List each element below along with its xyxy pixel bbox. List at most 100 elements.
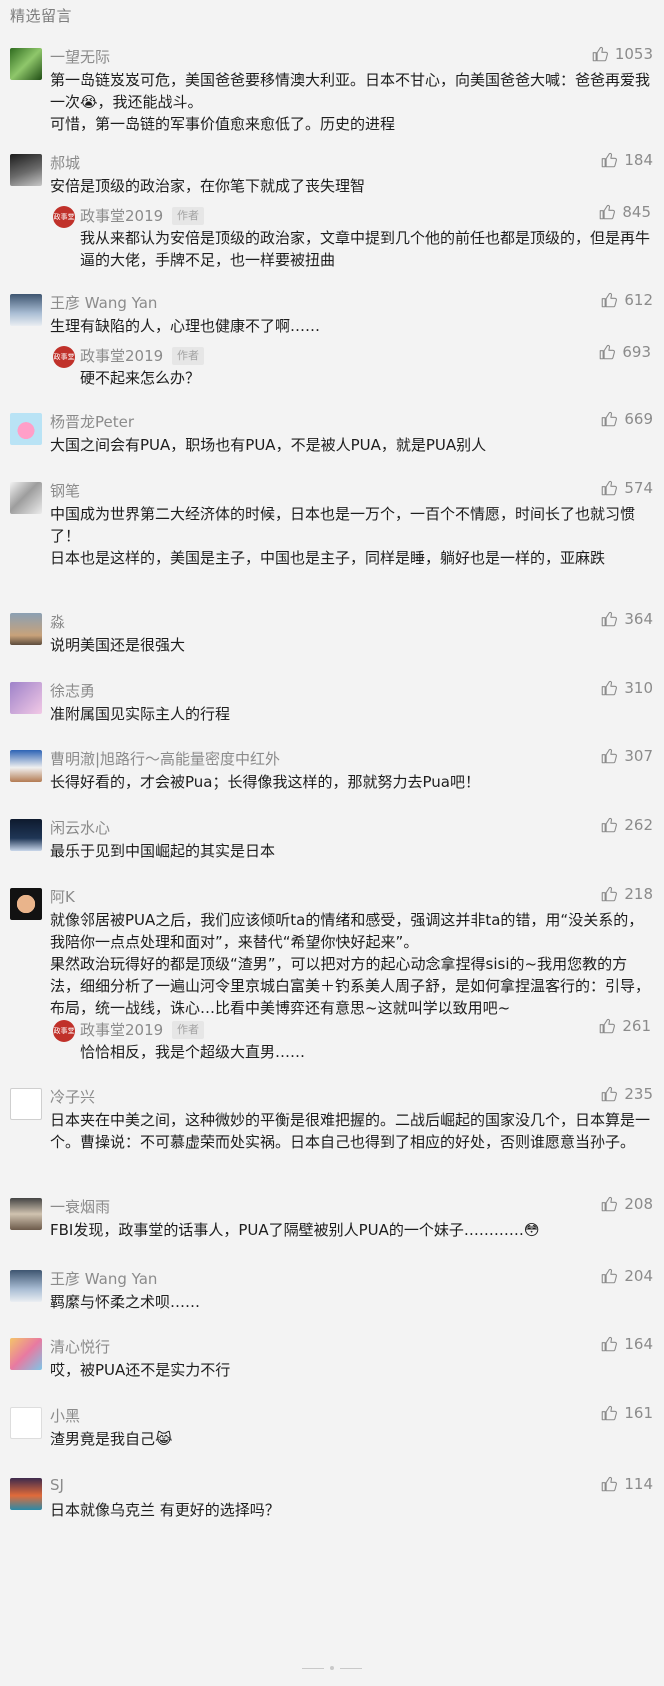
- comment-nickname[interactable]: 钢笔: [50, 480, 80, 501]
- thumbs-up-icon: [602, 1476, 618, 1492]
- like-button[interactable]: 574: [600, 479, 653, 497]
- comment-nickname[interactable]: 王彦 Wang Yan: [50, 1268, 157, 1289]
- comment-nickname[interactable]: 杨晋龙Peter: [50, 411, 134, 432]
- user-avatar[interactable]: [10, 482, 42, 514]
- end-divider: [0, 1666, 664, 1670]
- reply-nickname[interactable]: 政事堂2019: [80, 345, 163, 366]
- comment-nickname[interactable]: 闲云水心: [50, 817, 110, 838]
- comment-nickname[interactable]: 冷子兴: [50, 1086, 95, 1107]
- like-button[interactable]: 161: [600, 1404, 653, 1422]
- comment-paragraph: 就像邻居被PUA之后，我们应该倾听ta的情绪和感受，强调这并非ta的错，用“没关…: [50, 911, 644, 951]
- like-button[interactable]: 1053: [591, 45, 653, 63]
- like-button[interactable]: 307: [600, 747, 653, 765]
- comment-paragraph: 长得好看的，才会被Pua；长得像我这样的，那就努力去Pua吧！: [50, 773, 480, 791]
- comment-text: 第一岛链岌岌可危，美国爸爸要移情澳大利亚。日本不甘心，向美国爸爸大喊：爸爸再爱我…: [50, 69, 652, 135]
- comment-nickname[interactable]: SJ: [50, 1476, 64, 1494]
- like-button[interactable]: 218: [600, 885, 653, 903]
- comment-nickname[interactable]: 一望无际: [50, 46, 110, 67]
- zhengshitang-seal-icon[interactable]: 政事堂: [53, 346, 75, 368]
- user-avatar[interactable]: [10, 1478, 42, 1510]
- zhengshitang-seal-icon[interactable]: 政事堂: [53, 1020, 75, 1042]
- like-button[interactable]: 114: [600, 1475, 653, 1493]
- comment-paragraph: 中国成为世界第二大经济体的时候，日本也是一万个，一百个不情愿，时间长了也就习惯了…: [50, 505, 636, 545]
- thumbs-up-icon: [600, 344, 616, 360]
- comment-paragraph: 日本夹在中美之间，这种微妙的平衡是很难把握的。二战后崛起的国家没几个，日本算是一…: [50, 1111, 651, 1151]
- user-avatar[interactable]: [10, 154, 42, 186]
- comment-nickname[interactable]: 小黑: [50, 1405, 80, 1426]
- comment-nickname[interactable]: 一衰烟雨: [50, 1196, 110, 1217]
- comment-nickname[interactable]: 清心悦行: [50, 1336, 110, 1357]
- like-count: 161: [624, 1404, 653, 1422]
- comment-text: 说明美国还是很强大: [50, 634, 652, 656]
- thumbs-up-icon: [602, 152, 618, 168]
- user-avatar[interactable]: [10, 682, 42, 714]
- comment-nickname[interactable]: 淼: [50, 611, 65, 632]
- author-badge: 作者: [172, 207, 204, 225]
- like-count: 669: [624, 410, 653, 428]
- user-avatar[interactable]: [10, 294, 42, 326]
- thumbs-up-icon: [602, 1405, 618, 1421]
- comment-nickname[interactable]: 曹明澈|旭路行～高能量密度中红外: [50, 748, 280, 769]
- comment-text: 日本夹在中美之间，这种微妙的平衡是很难把握的。二战后崛起的国家没几个，日本算是一…: [50, 1109, 652, 1153]
- user-avatar[interactable]: [10, 613, 42, 645]
- thumbs-up-icon: [602, 1196, 618, 1212]
- comment-nickname[interactable]: 王彦 Wang Yan: [50, 292, 157, 313]
- comment-paragraph: 哎，被PUA还不是实力不行: [50, 1361, 231, 1379]
- like-button[interactable]: 184: [600, 151, 653, 169]
- comment-paragraph: 安倍是顶级的政治家，在你笔下就成了丧失理智: [50, 177, 366, 195]
- like-button[interactable]: 261: [598, 1017, 651, 1035]
- comment-text: 生理有缺陷的人，心理也健康不了啊……: [50, 315, 652, 337]
- zhengshitang-seal-icon[interactable]: 政事堂: [53, 206, 75, 228]
- comment-nickname[interactable]: 徐志勇: [50, 680, 95, 701]
- comments-page: 精选留言 一望无际 1053 第一岛链岌岌可危，美国爸爸要移情澳大利亚。日本不甘…: [0, 0, 664, 1686]
- comment-nickname[interactable]: 郝城: [50, 152, 80, 173]
- reply-text: 硬不起来怎么办？: [80, 369, 201, 387]
- like-button[interactable]: 262: [600, 816, 653, 834]
- like-count: 218: [624, 885, 653, 903]
- comment-paragraph: 果然政治玩得好的都是顶级“渣男”，可以把对方的起心动念拿捏得sisi的~我用您教…: [50, 955, 651, 1017]
- comment-paragraph: 日本就像乌克兰 有更好的选择吗？: [50, 1501, 280, 1519]
- comment-paragraph: 羁縻与怀柔之术呗……: [50, 1293, 201, 1311]
- like-count: 164: [624, 1335, 653, 1353]
- thumbs-up-icon: [602, 886, 618, 902]
- like-count: 845: [622, 203, 651, 221]
- thumbs-up-icon: [602, 680, 618, 696]
- like-count: 114: [624, 1475, 653, 1493]
- like-button[interactable]: 364: [600, 610, 653, 628]
- user-avatar[interactable]: [10, 413, 42, 445]
- user-avatar[interactable]: [10, 1198, 42, 1230]
- user-avatar[interactable]: [10, 1338, 42, 1370]
- like-button[interactable]: 204: [600, 1267, 653, 1285]
- comment-paragraph: 第一岛链岌岌可危，美国爸爸要移情澳大利亚。日本不甘心，向美国爸爸大喊：爸爸再爱我…: [50, 71, 651, 111]
- user-avatar[interactable]: [10, 819, 42, 851]
- thumbs-up-icon: [602, 748, 618, 764]
- user-avatar[interactable]: [10, 48, 42, 80]
- like-button[interactable]: 164: [600, 1335, 653, 1353]
- comment-text: 安倍是顶级的政治家，在你笔下就成了丧失理智: [50, 175, 652, 197]
- like-count: 204: [624, 1267, 653, 1285]
- user-avatar[interactable]: [10, 1270, 42, 1302]
- like-button[interactable]: 612: [600, 291, 653, 309]
- user-avatar[interactable]: [10, 1407, 42, 1439]
- user-avatar[interactable]: [10, 750, 42, 782]
- comment-text: 就像邻居被PUA之后，我们应该倾听ta的情绪和感受，强调这并非ta的错，用“没关…: [50, 909, 652, 1019]
- reply-nickname[interactable]: 政事堂2019: [80, 205, 163, 226]
- like-button[interactable]: 310: [600, 679, 653, 697]
- like-count: 612: [624, 291, 653, 309]
- like-count: 208: [624, 1195, 653, 1213]
- user-avatar[interactable]: [10, 888, 42, 920]
- like-button[interactable]: 669: [600, 410, 653, 428]
- reply-nickname[interactable]: 政事堂2019: [80, 1019, 163, 1040]
- comment-paragraph: FBI发现，政事堂的话事人，PUA了隔壁被别人PUA的一个妹子…………😳: [50, 1221, 540, 1239]
- user-avatar[interactable]: [10, 1088, 42, 1120]
- comment-text: 日本就像乌克兰 有更好的选择吗？: [50, 1499, 652, 1521]
- like-button[interactable]: 235: [600, 1085, 653, 1103]
- like-button[interactable]: 208: [600, 1195, 653, 1213]
- comment-paragraph: 可惜，第一岛链的军事价值愈来愈低了。历史的进程: [50, 115, 396, 133]
- like-button[interactable]: 845: [598, 203, 651, 221]
- comment-text: 大国之间会有PUA，职场也有PUA，不是被人PUA，就是PUA别人: [50, 434, 652, 456]
- like-count: 310: [624, 679, 653, 697]
- thumbs-up-icon: [592, 46, 608, 62]
- comment-nickname[interactable]: 阿K: [50, 886, 75, 907]
- like-button[interactable]: 693: [598, 343, 651, 361]
